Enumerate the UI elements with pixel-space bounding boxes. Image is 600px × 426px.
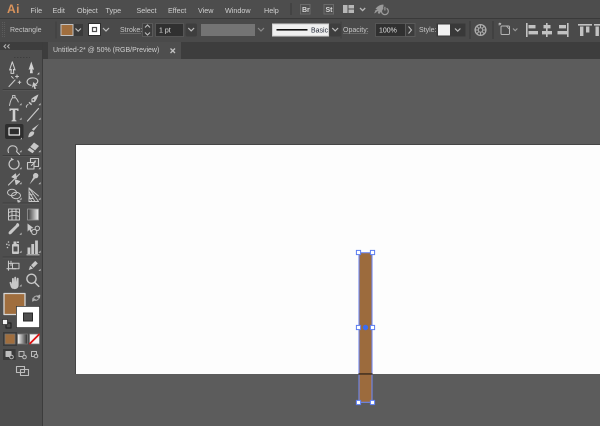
svg-text:Style:: Style: xyxy=(419,27,437,34)
svg-text:St: St xyxy=(326,7,334,14)
svg-text:Br: Br xyxy=(302,7,310,14)
svg-text:Basic: Basic xyxy=(311,28,329,35)
svg-text:100%: 100% xyxy=(379,28,397,35)
svg-text:Stroke:: Stroke: xyxy=(120,27,142,34)
svg-text:Opacity:: Opacity: xyxy=(343,27,369,34)
svg-text:1 pt: 1 pt xyxy=(159,28,171,35)
